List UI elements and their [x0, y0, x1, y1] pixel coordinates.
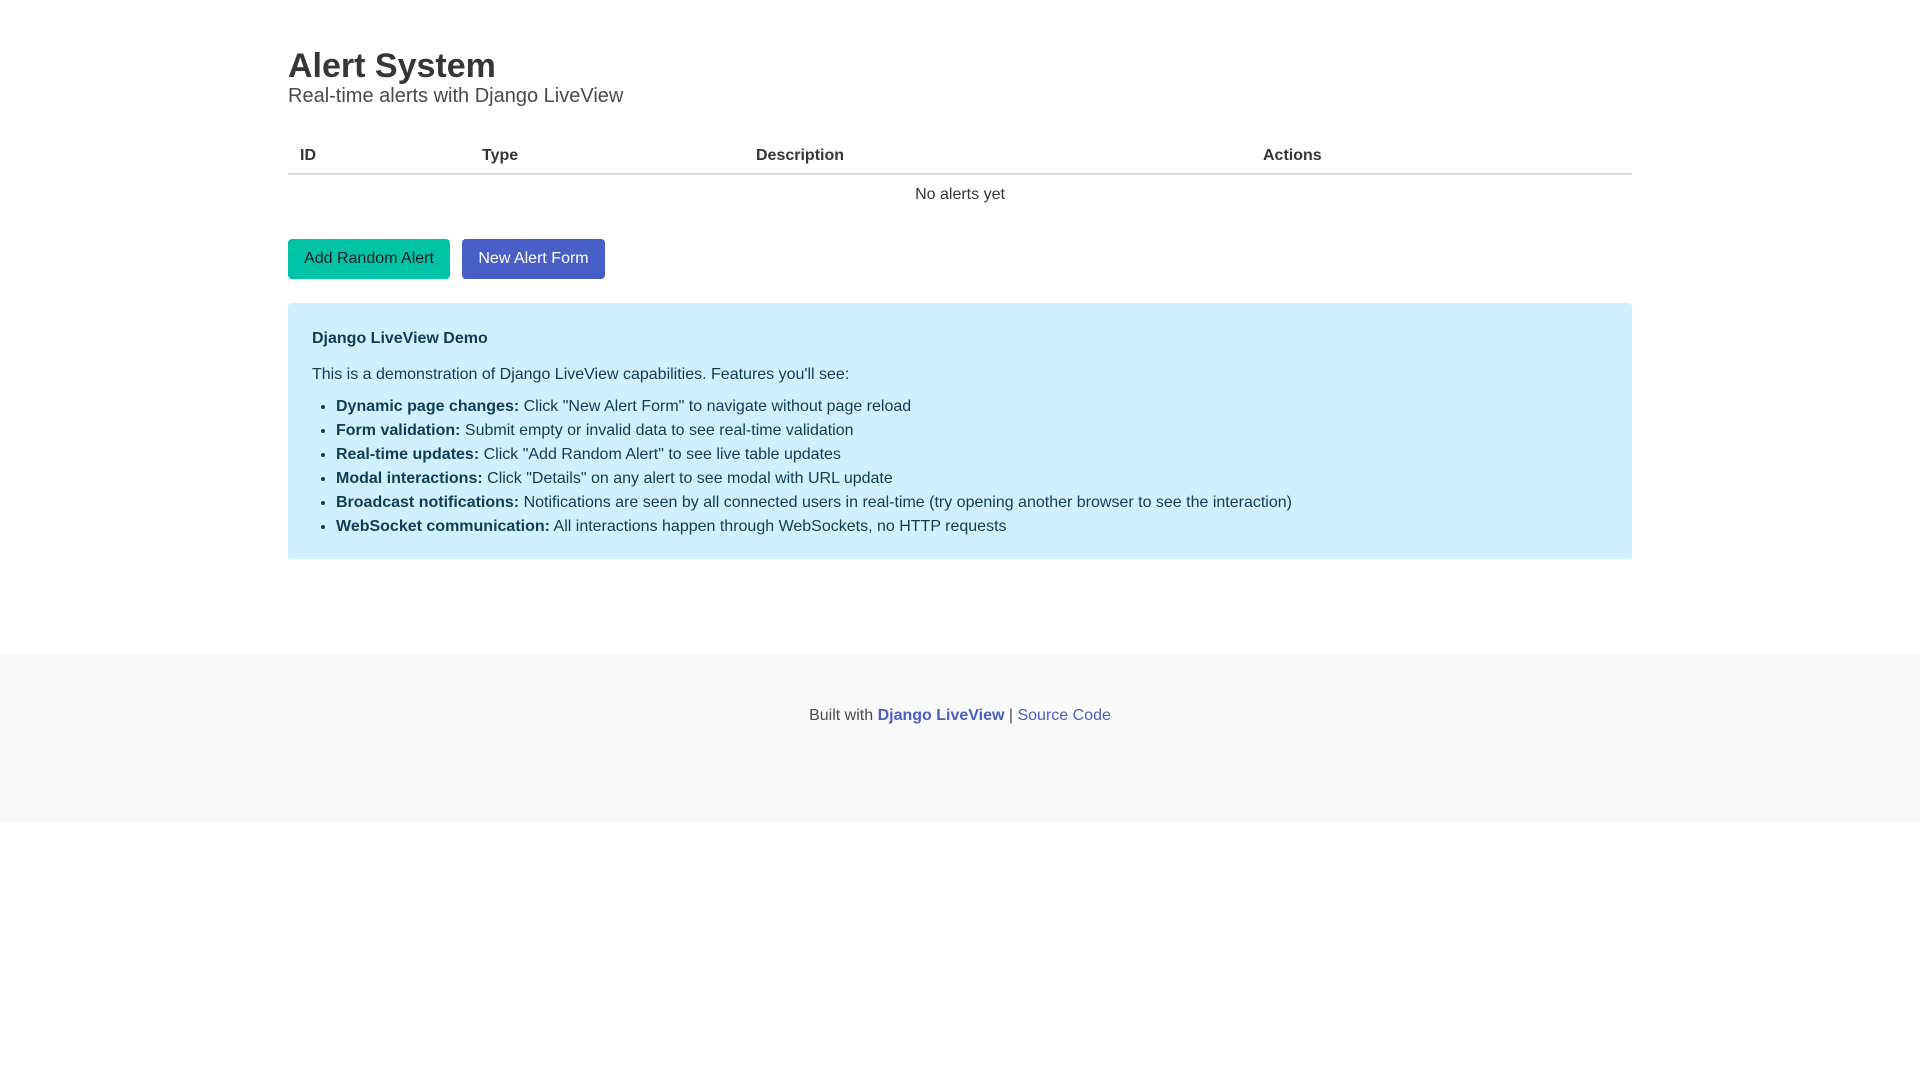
info-title: Django LiveView Demo [312, 330, 488, 347]
info-intro: This is a demonstration of Django LiveVi… [312, 366, 850, 383]
info-notification: Django LiveView Demo This is a demonstra… [288, 303, 1632, 559]
feature-text: Notifications are seen by all connected … [519, 494, 1292, 511]
column-header-id: ID [288, 138, 470, 175]
new-alert-form-button[interactable]: New Alert Form [462, 239, 605, 279]
feature-label: Broadcast notifications: [336, 494, 520, 511]
feature-text: Click "New Alert Form" to navigate witho… [519, 398, 912, 415]
column-header-actions: Actions [1251, 138, 1632, 175]
list-item: Modal interactions: Click "Details" on a… [336, 467, 1608, 491]
add-random-alert-button[interactable]: Add Random Alert [288, 239, 450, 279]
table-row: No alerts yet [288, 174, 1632, 214]
page-title: Alert System [288, 47, 496, 85]
footer-text: Built with Django LiveView | Source Code [0, 704, 1920, 728]
list-item: Broadcast notifications: Notifications a… [336, 491, 1608, 515]
column-header-description: Description [744, 138, 1251, 175]
list-item: Real-time updates: Click "Add Random Ale… [336, 443, 1608, 467]
list-item: WebSocket communication: All interaction… [336, 515, 1608, 539]
footer-built-with: Built with [809, 707, 878, 724]
feature-label: Real-time updates: [336, 446, 480, 463]
column-header-type: Type [470, 138, 744, 175]
feature-text: Submit empty or invalid data to see real… [460, 422, 854, 439]
list-item: Form validation: Submit empty or invalid… [336, 419, 1608, 443]
footer-separator: | [1004, 707, 1018, 724]
feature-text: Click "Details" on any alert to see moda… [482, 470, 893, 487]
feature-label: WebSocket communication: [336, 518, 550, 535]
alerts-table: ID Type Description Actions No alerts ye… [288, 138, 1632, 214]
django-liveview-link[interactable]: Django LiveView [878, 707, 1005, 724]
feature-label: Dynamic page changes: [336, 398, 520, 415]
feature-text: Click "Add Random Alert" to see live tab… [479, 446, 841, 463]
feature-text: All interactions happen through WebSocke… [549, 518, 1007, 535]
feature-list: Dynamic page changes: Click "New Alert F… [312, 395, 1608, 539]
table-header-row: ID Type Description Actions [288, 138, 1632, 175]
page-subtitle: Real-time alerts with Django LiveView [288, 85, 624, 107]
source-code-link[interactable]: Source Code [1017, 707, 1110, 724]
empty-table-message: No alerts yet [915, 185, 1005, 203]
feature-label: Form validation: [336, 422, 461, 439]
feature-label: Modal interactions: [336, 470, 483, 487]
list-item: Dynamic page changes: Click "New Alert F… [336, 395, 1608, 419]
page-footer: Built with Django LiveView | Source Code [0, 655, 1920, 823]
